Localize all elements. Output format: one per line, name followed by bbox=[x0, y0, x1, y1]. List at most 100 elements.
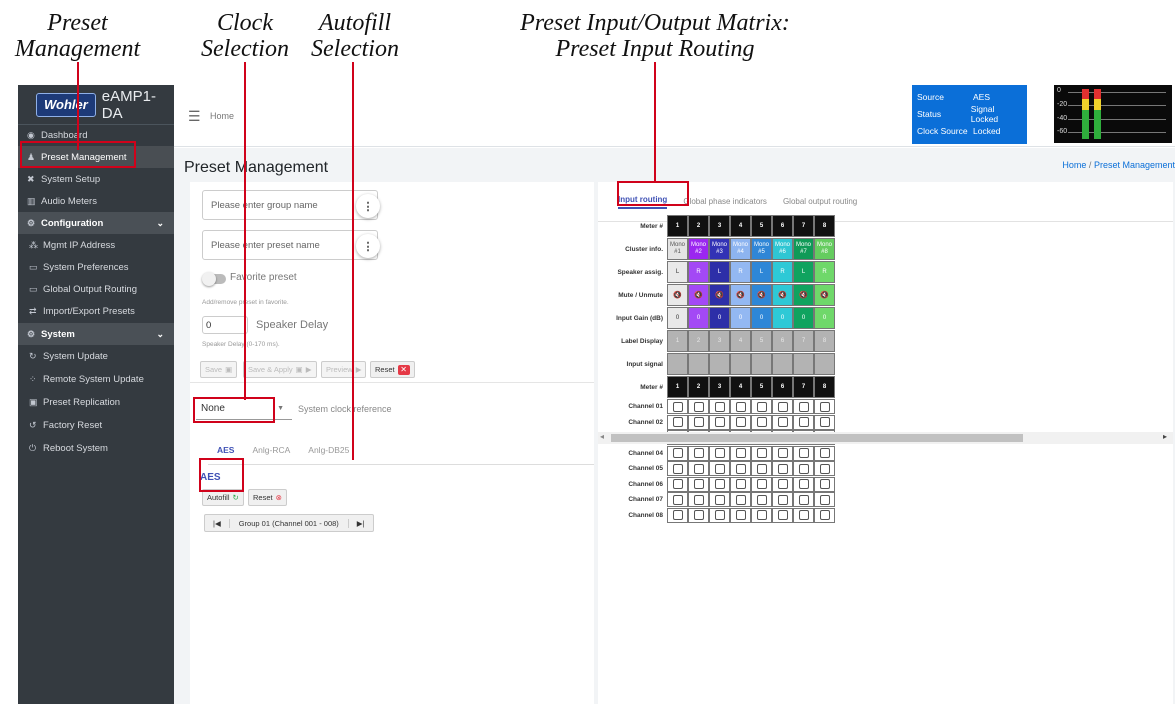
routing-checkbox[interactable] bbox=[819, 494, 830, 505]
speaker-cell[interactable]: L bbox=[709, 261, 730, 283]
routing-checkbox[interactable] bbox=[714, 417, 725, 427]
cluster-cell[interactable]: Mono #1 bbox=[667, 238, 688, 260]
cluster-cell[interactable]: Mono #4 bbox=[730, 238, 751, 260]
routing-checkbox[interactable] bbox=[714, 401, 725, 412]
routing-checkbox[interactable] bbox=[798, 494, 809, 505]
tab-anlg-rca[interactable]: Anlg-RCA bbox=[243, 445, 299, 455]
routing-checkbox[interactable] bbox=[693, 463, 704, 474]
mute-icon[interactable]: 🔇 bbox=[751, 284, 772, 306]
menu-icon[interactable]: ☰ bbox=[188, 108, 201, 125]
routing-checkbox[interactable] bbox=[693, 494, 704, 505]
routing-checkbox[interactable] bbox=[672, 463, 683, 474]
routing-checkbox[interactable] bbox=[777, 401, 788, 412]
routing-checkbox[interactable] bbox=[756, 510, 767, 520]
routing-checkbox[interactable] bbox=[819, 401, 830, 412]
routing-checkbox[interactable] bbox=[714, 479, 725, 489]
routing-checkbox[interactable] bbox=[693, 479, 704, 489]
routing-checkbox[interactable] bbox=[756, 463, 767, 474]
tab-global-phase[interactable]: Global phase indicators bbox=[683, 197, 767, 206]
cluster-cell[interactable]: Mono #5 bbox=[751, 238, 772, 260]
mute-icon[interactable]: 🔇 bbox=[814, 284, 835, 306]
routing-checkbox[interactable] bbox=[714, 463, 725, 474]
cluster-cell[interactable]: Mono #2 bbox=[688, 238, 709, 260]
routing-checkbox[interactable] bbox=[819, 417, 830, 427]
mute-icon[interactable]: 🔇 bbox=[688, 284, 709, 306]
mute-icon[interactable]: 🔇 bbox=[772, 284, 793, 306]
save-apply-button[interactable]: Save & Apply ▣ ▶ bbox=[243, 361, 317, 378]
sidebar-item-global-output-routing[interactable]: ▭ Global Output Routing bbox=[18, 278, 174, 300]
speaker-cell[interactable]: L bbox=[667, 261, 688, 283]
first-group-icon[interactable]: |◀ bbox=[205, 518, 230, 528]
routing-checkbox[interactable] bbox=[693, 401, 704, 412]
gain-cell[interactable]: 0 bbox=[751, 307, 772, 329]
routing-checkbox[interactable] bbox=[714, 510, 725, 520]
routing-checkbox[interactable] bbox=[798, 401, 809, 412]
routing-checkbox[interactable] bbox=[735, 448, 746, 458]
group-menu-icon[interactable]: ⋮ bbox=[356, 194, 380, 218]
routing-checkbox[interactable] bbox=[693, 448, 704, 458]
mute-icon[interactable]: 🔇 bbox=[793, 284, 814, 306]
preset-menu-icon[interactable]: ⋮ bbox=[356, 234, 380, 258]
routing-checkbox[interactable] bbox=[819, 510, 830, 520]
sidebar-item-factory-reset[interactable]: ↺ Factory Reset bbox=[18, 414, 174, 436]
gain-cell[interactable]: 0 bbox=[814, 307, 835, 329]
speaker-cell[interactable]: L bbox=[793, 261, 814, 283]
sidebar-item-import-export-presets[interactable]: ⇄ Import/Export Presets bbox=[18, 300, 174, 322]
save-button[interactable]: Save ▣ bbox=[200, 361, 238, 378]
favorite-toggle[interactable] bbox=[202, 272, 226, 286]
tab-anlg-db25[interactable]: Anlg-DB25 bbox=[299, 445, 358, 455]
breadcrumb-home[interactable]: Home bbox=[1062, 160, 1086, 170]
sidebar-item-remote-system-update[interactable]: ⁘ Remote System Update bbox=[18, 368, 174, 390]
routing-checkbox[interactable] bbox=[714, 494, 725, 505]
routing-checkbox[interactable] bbox=[693, 510, 704, 520]
speaker-cell[interactable]: R bbox=[688, 261, 709, 283]
mute-icon[interactable]: 🔇 bbox=[667, 284, 688, 306]
speaker-cell[interactable]: R bbox=[730, 261, 751, 283]
routing-checkbox[interactable] bbox=[798, 463, 809, 474]
routing-checkbox[interactable] bbox=[756, 417, 767, 427]
scroll-right-icon[interactable]: ▸ bbox=[1163, 432, 1167, 441]
routing-checkbox[interactable] bbox=[798, 479, 809, 489]
routing-checkbox[interactable] bbox=[672, 417, 683, 427]
sidebar-item-mgmt-ip-address[interactable]: ⁂ Mgmt IP Address bbox=[18, 234, 174, 256]
gain-cell[interactable]: 0 bbox=[688, 307, 709, 329]
reset-routing-button[interactable]: Reset ⊗ bbox=[248, 489, 287, 506]
sidebar-item-configuration[interactable]: ⚙ Configuration ⌄ bbox=[18, 212, 174, 234]
routing-checkbox[interactable] bbox=[735, 510, 746, 520]
speaker-cell[interactable]: L bbox=[751, 261, 772, 283]
speaker-delay-input[interactable]: 0 bbox=[202, 316, 248, 334]
routing-checkbox[interactable] bbox=[672, 448, 683, 458]
routing-checkbox[interactable] bbox=[756, 494, 767, 505]
routing-checkbox[interactable] bbox=[777, 510, 788, 520]
routing-checkbox[interactable] bbox=[672, 494, 683, 505]
tab-global-output-routing[interactable]: Global output routing bbox=[783, 197, 857, 206]
routing-checkbox[interactable] bbox=[756, 479, 767, 489]
gain-cell[interactable]: 0 bbox=[667, 307, 688, 329]
speaker-cell[interactable]: R bbox=[814, 261, 835, 283]
horizontal-scrollbar[interactable]: ◂ ▸ bbox=[598, 432, 1173, 444]
cluster-cell[interactable]: Mono #7 bbox=[793, 238, 814, 260]
routing-checkbox[interactable] bbox=[672, 479, 683, 489]
sidebar-item-system-update[interactable]: ↻ System Update bbox=[18, 345, 174, 367]
routing-checkbox[interactable] bbox=[714, 448, 725, 458]
routing-checkbox[interactable] bbox=[777, 479, 788, 489]
mute-icon[interactable]: 🔇 bbox=[730, 284, 751, 306]
routing-checkbox[interactable] bbox=[777, 448, 788, 458]
routing-checkbox[interactable] bbox=[819, 479, 830, 489]
routing-checkbox[interactable] bbox=[756, 448, 767, 458]
last-group-icon[interactable]: ▶| bbox=[347, 518, 373, 528]
cluster-cell[interactable]: Mono #6 bbox=[772, 238, 793, 260]
gain-cell[interactable]: 0 bbox=[730, 307, 751, 329]
sidebar-item-preset-replication[interactable]: ▣ Preset Replication bbox=[18, 391, 174, 413]
sidebar-item-system-preferences[interactable]: ▭ System Preferences bbox=[18, 256, 174, 278]
mute-icon[interactable]: 🔇 bbox=[709, 284, 730, 306]
routing-checkbox[interactable] bbox=[756, 401, 767, 412]
routing-checkbox[interactable] bbox=[777, 417, 788, 427]
scrollbar-thumb[interactable] bbox=[611, 434, 1023, 442]
preview-button[interactable]: Preview ▶ bbox=[321, 361, 367, 378]
routing-checkbox[interactable] bbox=[735, 463, 746, 474]
routing-checkbox[interactable] bbox=[777, 463, 788, 474]
routing-checkbox[interactable] bbox=[798, 448, 809, 458]
routing-checkbox[interactable] bbox=[672, 401, 683, 412]
home-link[interactable]: Home bbox=[210, 111, 234, 121]
